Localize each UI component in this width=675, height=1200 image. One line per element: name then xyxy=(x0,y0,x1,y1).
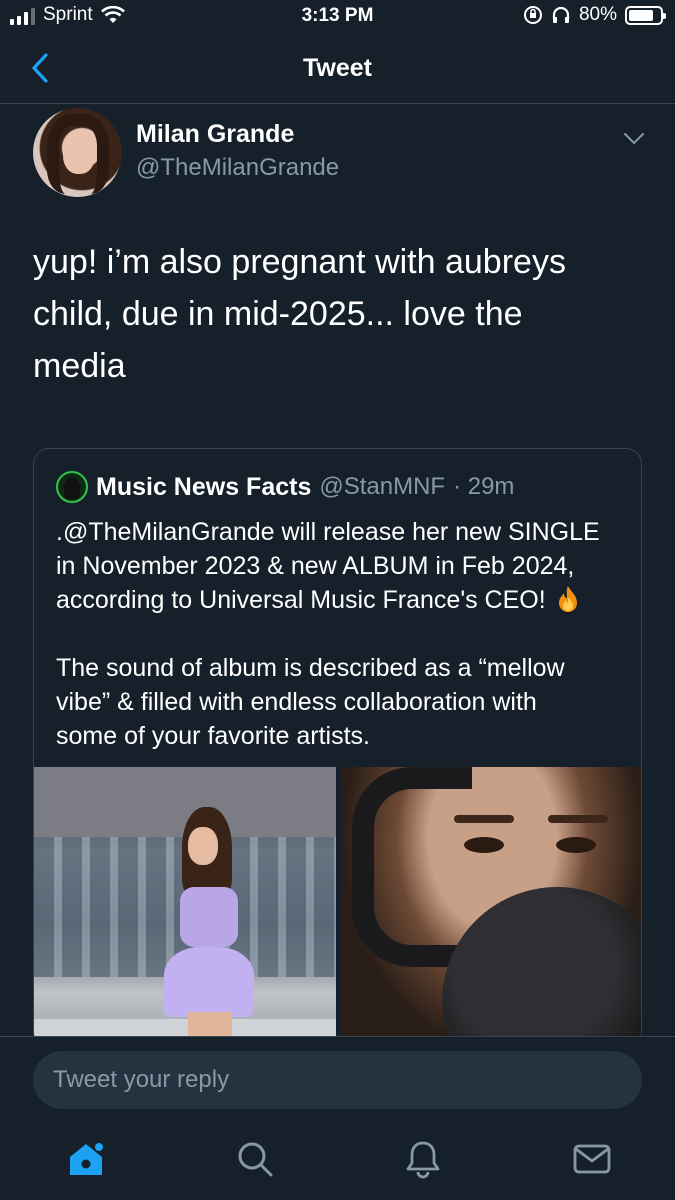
quoted-avatar xyxy=(56,471,88,503)
headphones-icon xyxy=(552,6,570,23)
media-image-stage[interactable] xyxy=(34,767,336,1047)
tweet-text: yup! i’m also pregnant with aubreys chil… xyxy=(33,236,633,392)
notifications-icon xyxy=(406,1141,440,1179)
tab-messages[interactable] xyxy=(570,1137,614,1181)
search-icon xyxy=(238,1142,273,1177)
quoted-author-handle: @StanMNF xyxy=(319,473,446,500)
quoted-author-name: Music News Facts xyxy=(96,472,312,501)
orientation-lock-icon xyxy=(523,6,542,24)
tweet-line: child, due in mid-2025... love the xyxy=(33,295,523,333)
battery-icon xyxy=(625,5,666,25)
tweet-line: yup! i’m also pregnant with aubreys xyxy=(33,243,566,281)
media-image-studio[interactable] xyxy=(341,767,641,1047)
status-right: 80% xyxy=(523,4,666,26)
tab-bar xyxy=(0,1131,675,1200)
avatar[interactable] xyxy=(33,108,122,197)
tab-notifications[interactable] xyxy=(401,1137,445,1181)
chevron-down-icon[interactable] xyxy=(622,128,646,148)
author-handle[interactable]: @TheMilanGrande xyxy=(136,154,339,182)
reply-input[interactable]: Tweet your reply xyxy=(33,1051,642,1109)
quoted-time: · 29m xyxy=(453,473,515,500)
tab-search[interactable] xyxy=(233,1137,277,1181)
quoted-text: .@TheMilanGrande will release her new SI… xyxy=(56,515,626,753)
home-icon xyxy=(70,1141,105,1175)
reply-area: Tweet your reply xyxy=(0,1036,675,1200)
author-name[interactable]: Milan Grande xyxy=(136,120,294,149)
media-grid xyxy=(34,767,641,1047)
nav-bar: Tweet xyxy=(0,34,675,104)
status-bar: Sprint 3:13 PM 80% xyxy=(0,0,675,34)
page-title: Tweet xyxy=(303,54,372,82)
quoted-tweet[interactable]: Music News Facts @StanMNF · 29m .@TheMil… xyxy=(33,448,642,1048)
quoted-tweet-header: Music News Facts @StanMNF · 29m xyxy=(56,471,514,503)
battery-percent: 80% xyxy=(578,4,617,25)
quoted-paragraph: The sound of album is described as a “me… xyxy=(56,654,565,750)
messages-icon xyxy=(573,1144,611,1174)
quoted-paragraph: .@TheMilanGrande will release her new SI… xyxy=(56,518,600,614)
tab-home[interactable] xyxy=(64,1137,108,1181)
battery-fill xyxy=(629,9,653,21)
fire-emoji-icon xyxy=(558,586,577,612)
tweet-line: media xyxy=(33,347,126,385)
